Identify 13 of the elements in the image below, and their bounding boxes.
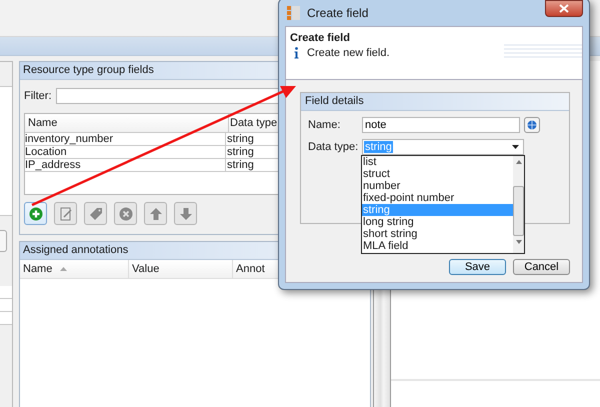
table-cell: Location <box>25 146 226 158</box>
table-cell: string <box>226 133 254 145</box>
dialog-heading: Create field <box>290 32 351 44</box>
group-title: Field details <box>301 93 569 111</box>
table-cell: inventory_number <box>25 133 226 145</box>
table-cell: string <box>226 159 254 171</box>
dialog-title: Create field <box>307 6 368 20</box>
table-cell: string <box>226 146 254 158</box>
data-type-label: Data type: <box>308 141 360 153</box>
name-label: Name: <box>308 119 342 131</box>
filter-label: Filter: <box>24 90 52 102</box>
info-text: Create new field. <box>307 47 390 59</box>
table-cell: IP_address <box>25 159 226 171</box>
